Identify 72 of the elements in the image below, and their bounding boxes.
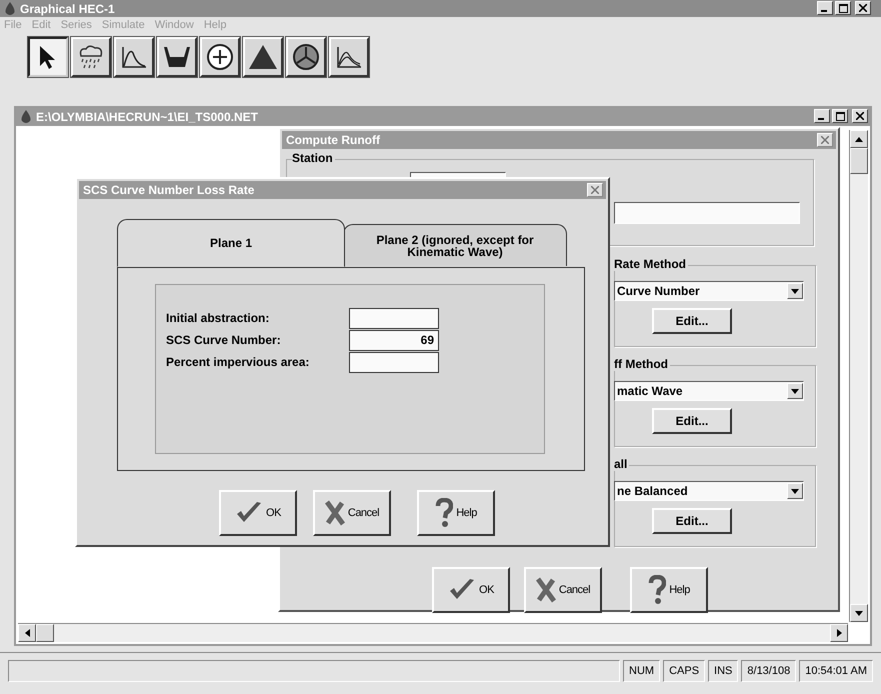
ok-button[interactable]: OK (219, 490, 297, 536)
status-pane: 10:54:01 AM (799, 660, 873, 682)
cancel-button[interactable]: Cancel (313, 490, 391, 536)
group-label: Station (292, 151, 335, 165)
graph-icon (336, 45, 362, 69)
up-arrow-icon (855, 136, 863, 142)
group-label: all (614, 457, 630, 471)
field-label: SCS Curve Number: (166, 333, 282, 347)
scroll-down-button[interactable] (850, 604, 868, 622)
scroll-right-button[interactable] (830, 624, 848, 642)
close-icon (591, 186, 599, 194)
vertical-scrollbar[interactable] (849, 130, 868, 622)
input-field[interactable] (349, 308, 439, 328)
dropdown[interactable]: matic Wave (614, 381, 804, 401)
scroll-left-button[interactable] (18, 624, 36, 642)
dropdown[interactable]: ne Balanced (614, 481, 804, 501)
close-button[interactable] (855, 1, 871, 15)
dialog-title: SCS Curve Number Loss Rate (83, 183, 254, 197)
scroll-up-button[interactable] (850, 130, 868, 148)
reservoir-icon (162, 45, 192, 69)
tab[interactable]: Plane 1 (117, 219, 345, 267)
wheel-icon (292, 43, 320, 71)
edit-button[interactable]: Edit... (652, 408, 732, 434)
horizontal-scrollbar[interactable] (18, 623, 848, 642)
help-button[interactable]: Help (630, 567, 708, 613)
hydrograph-icon (121, 45, 147, 69)
tab[interactable]: Plane 2 (ignored, except for Kinematic Wave) (343, 224, 567, 266)
scroll-thumb[interactable] (36, 624, 54, 642)
dialog-title: Compute Runoff (286, 133, 380, 147)
status-pane: 8/13/108 (741, 660, 796, 682)
question-mark-icon (435, 498, 454, 528)
triangle-icon (248, 44, 278, 70)
status-pane: INS (708, 660, 738, 682)
field-label: Initial abstraction: (166, 311, 270, 325)
window-title: Graphical HEC-1 (20, 2, 115, 16)
close-icon (859, 4, 867, 12)
maximize-icon (836, 112, 844, 120)
scroll-thumb[interactable] (850, 148, 868, 174)
maximize-icon (838, 4, 848, 12)
close-icon (856, 112, 864, 120)
input-field[interactable] (614, 202, 800, 224)
maximize-button[interactable] (832, 109, 848, 123)
status-pane: NUM (623, 660, 660, 682)
input-field[interactable] (349, 352, 439, 372)
minimize-button[interactable] (814, 109, 830, 123)
maximize-button[interactable] (835, 1, 851, 15)
close-button[interactable] (852, 109, 868, 123)
rain-cloud-icon (77, 44, 105, 70)
status-pane: CAPS (663, 660, 706, 682)
edit-button[interactable]: Edit... (652, 508, 732, 534)
plus-circle-icon (206, 43, 234, 71)
x-mark-icon (536, 577, 556, 603)
water-drop-icon (4, 2, 16, 16)
window-title: E:\OLYMBIA\HECRUN~1\EI_TS000.NET (36, 110, 258, 124)
close-icon (821, 136, 829, 144)
input-field[interactable]: 69 (349, 330, 439, 350)
x-mark-icon (324, 500, 345, 526)
field-label: Percent impervious area: (166, 355, 310, 369)
right-arrow-icon (836, 629, 842, 637)
cancel-button[interactable]: Cancel (524, 567, 602, 613)
dropdown[interactable]: Curve Number (614, 281, 804, 301)
help-button[interactable]: Help (417, 490, 495, 536)
water-drop-icon (20, 110, 32, 124)
left-arrow-icon (24, 629, 30, 637)
group-label: Rate Method (614, 257, 688, 271)
down-arrow-icon (855, 610, 863, 616)
question-mark-icon (648, 575, 666, 605)
minimize-button[interactable] (817, 1, 833, 15)
group-label: ff Method (614, 357, 670, 371)
ok-button[interactable]: OK (432, 567, 510, 613)
edit-button[interactable]: Edit... (652, 308, 732, 334)
toolbar-button[interactable] (28, 37, 68, 77)
